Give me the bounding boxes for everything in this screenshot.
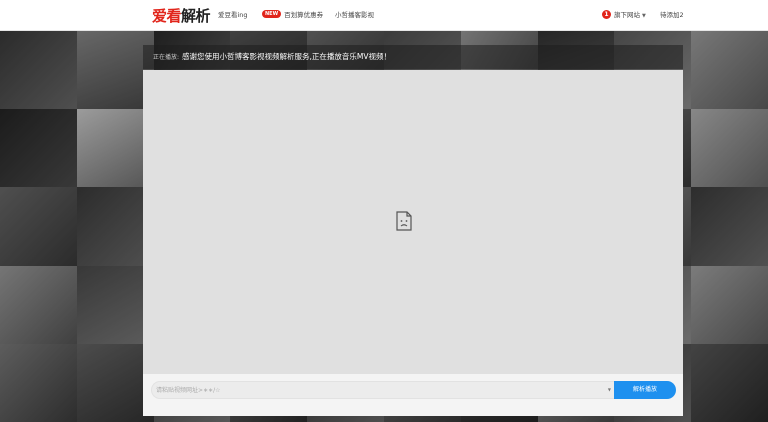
video-url-input[interactable]: [151, 381, 614, 399]
nav-link-podcast[interactable]: 小哲播客影视: [335, 9, 374, 22]
new-badge: NEW: [262, 10, 282, 18]
nav-link-label: 旗下网站: [614, 11, 640, 19]
nav-link-pending[interactable]: 待添加2: [660, 9, 684, 22]
nav-link-label: 待添加2: [660, 11, 684, 19]
nav-link-label: 小哲播客影视: [335, 11, 374, 19]
notification-badge: 1: [602, 9, 611, 19]
site-logo[interactable]: 爱看解析: [152, 6, 211, 26]
source-select[interactable]: ▼: [590, 381, 614, 399]
top-nav-bar: 爱看解析 爱豆看ing NEW 百划算优惠券 小哲播客影视 1 旗下网站 ▼ 待添加2: [0, 0, 768, 31]
nav-link-label: 爱豆看ing: [218, 11, 248, 19]
broken-page-icon: [396, 211, 412, 231]
now-playing-label: 正在播放:: [153, 54, 180, 61]
video-player[interactable]: [143, 70, 683, 374]
now-playing-bar: 正在播放: 感谢您使用小哲博客影视视频解析服务,正在播放音乐MV视频！: [143, 45, 683, 69]
chevron-down-icon: ▼: [642, 13, 646, 19]
logo-text-dark: 解析: [181, 7, 211, 25]
nav-link-label: 百划算优惠券: [284, 11, 324, 19]
nav-dropdown-sites[interactable]: 1 旗下网站 ▼: [602, 9, 646, 22]
logo-text-red: 爱看: [152, 7, 182, 25]
nav-link-aidou[interactable]: 爱豆看ing: [218, 9, 248, 22]
parse-play-button[interactable]: 解析播放: [614, 381, 676, 399]
chevron-down-icon: ▼: [607, 387, 611, 392]
nav-link-coupons[interactable]: NEW 百划算优惠券: [262, 9, 323, 22]
now-playing-title: 感谢您使用小哲博客影视视频解析服务,正在播放音乐MV视频！: [182, 52, 392, 61]
